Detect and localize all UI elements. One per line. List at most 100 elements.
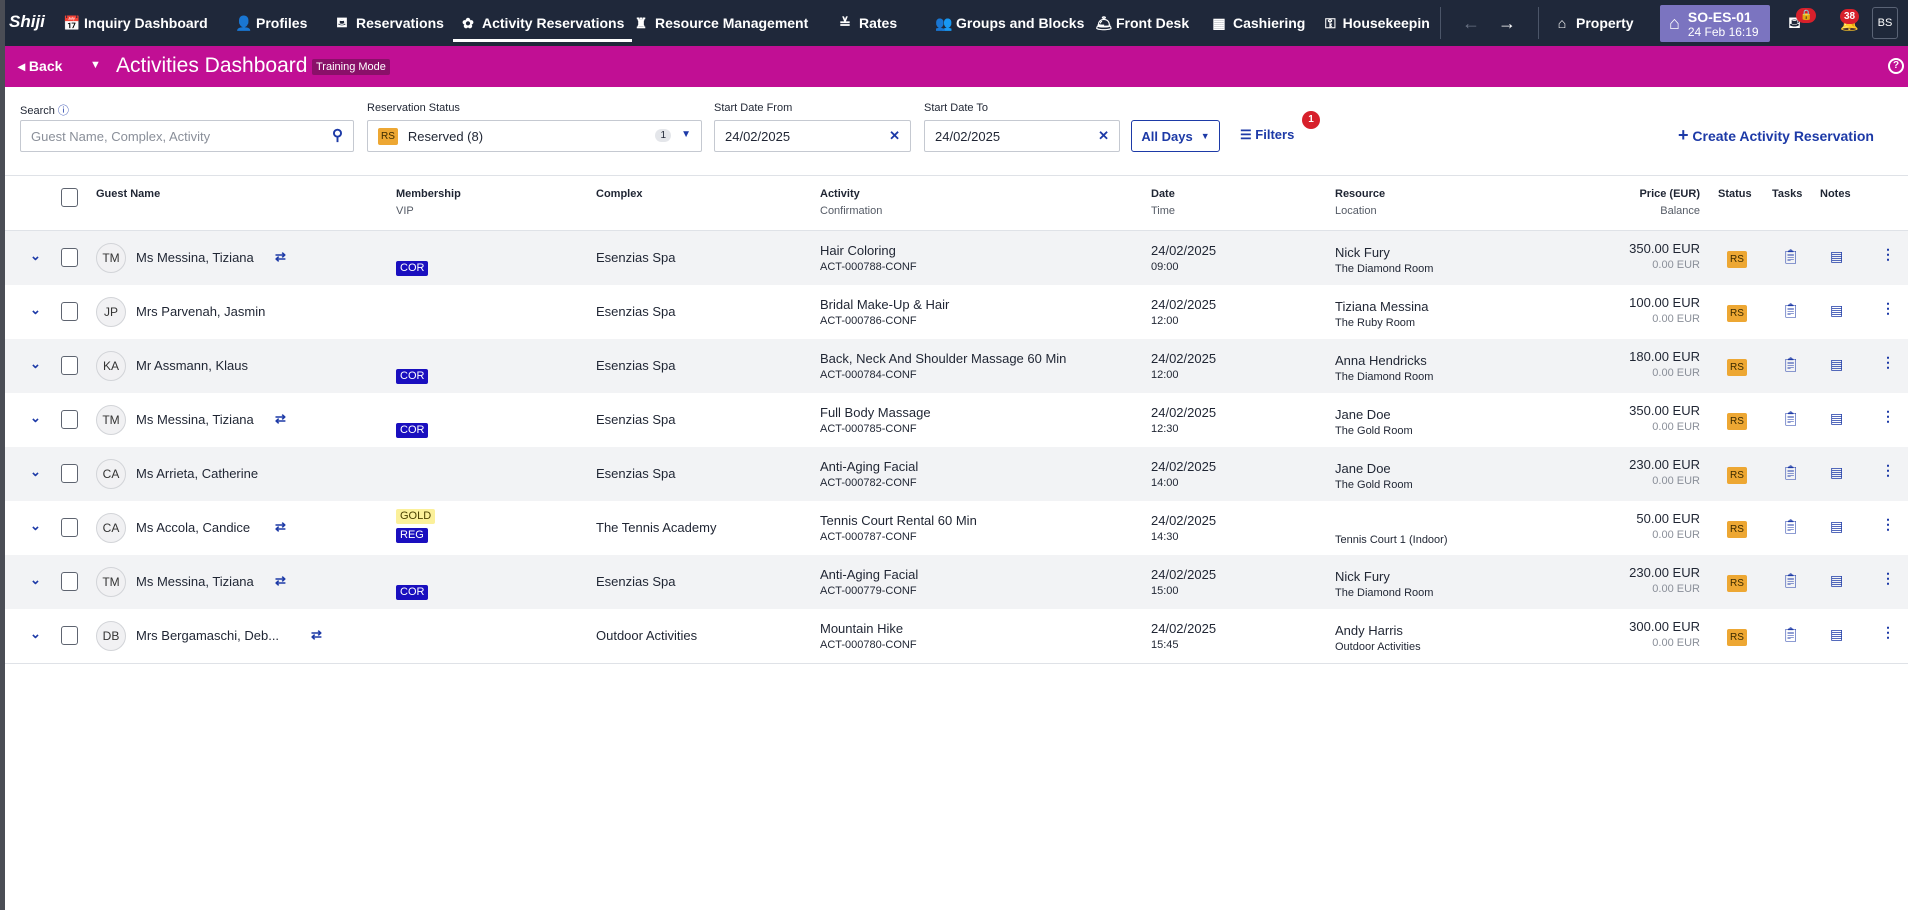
guest-name[interactable]: Mr Assmann, Klaus [136,358,248,373]
col-activity[interactable]: Activity Confirmation [820,188,882,217]
more-options-icon[interactable]: ⋮ [1881,300,1895,317]
expand-chevron-icon[interactable]: ⌄ [30,410,41,426]
more-options-icon[interactable]: ⋮ [1881,354,1895,371]
notes-icon[interactable]: ▤ [1830,248,1843,265]
chevron-down-icon[interactable]: ▼ [90,59,101,71]
nav-item-front-desk[interactable]: 🛎 Front Desk [1095,0,1189,46]
notes-icon[interactable]: ▤ [1830,518,1843,535]
row-checkbox[interactable] [61,464,78,483]
notes-icon[interactable]: ▤ [1830,410,1843,427]
guest-name[interactable]: Ms Messina, Tiziana [136,412,254,427]
guest-name[interactable]: Mrs Parvenah, Jasmin [136,304,265,319]
row-checkbox[interactable] [61,518,78,537]
row-checkbox[interactable] [61,410,78,429]
expand-chevron-icon[interactable]: ⌄ [30,572,41,588]
start-date-to-input[interactable]: 24/02/2025 ✕ [924,120,1120,152]
tasks-clipboard-icon[interactable]: 📋︎ [1782,626,1800,643]
nav-item-housekeeping[interactable]: ⚿ Housekeeping [1325,0,1430,46]
table-row[interactable]: ⌄ TM Ms Messina, Tiziana ⇄ COR Esenzias … [5,555,1908,609]
more-options-icon[interactable]: ⋮ [1881,408,1895,425]
nav-item-cashiering[interactable]: ▦ Cashiering [1212,0,1305,46]
search-input[interactable]: Guest Name, Complex, Activity ⚲ [20,120,354,152]
reservation-status-select[interactable]: RS Reserved (8) 1 ▼ [367,120,702,152]
expand-chevron-icon[interactable]: ⌄ [30,248,41,264]
nav-item-inquiry-dashboard[interactable]: 📅 Inquiry Dashboard [63,0,208,46]
property-button[interactable]: ⌂ Property [1555,0,1634,46]
clear-icon[interactable]: ✕ [1098,128,1109,144]
more-options-icon[interactable]: ⋮ [1881,462,1895,479]
activity[interactable]: Mountain Hike ACT-000780-CONF [820,621,917,651]
tasks-clipboard-icon[interactable]: 📋︎ [1782,248,1800,265]
row-checkbox[interactable] [61,356,78,375]
expand-chevron-icon[interactable]: ⌄ [30,464,41,480]
table-row[interactable]: ⌄ TM Ms Messina, Tiziana ⇄ COR Esenzias … [5,393,1908,447]
more-options-icon[interactable]: ⋮ [1881,516,1895,533]
activity[interactable]: Anti-Aging Facial ACT-000782-CONF [820,459,918,489]
more-options-icon[interactable]: ⋮ [1881,246,1895,263]
table-row[interactable]: ⌄ CA Ms Accola, Candice ⇄ GOLD REG The Te… [5,501,1908,555]
col-membership[interactable]: Membership VIP [396,188,461,217]
linked-reservation-icon[interactable]: ⇄ [275,573,286,589]
user-avatar[interactable]: BS [1872,7,1898,39]
notes-icon[interactable]: ▤ [1830,464,1843,481]
nav-item-resource-management[interactable]: ♜ Resource Management [634,0,809,46]
tasks-clipboard-icon[interactable]: 📋︎ [1782,518,1800,535]
table-row[interactable]: ⌄ JP Mrs Parvenah, Jasmin Esenzias Spa B… [5,285,1908,339]
row-checkbox[interactable] [61,626,78,645]
activity[interactable]: Anti-Aging Facial ACT-000779-CONF [820,567,918,597]
tasks-clipboard-icon[interactable]: 📋︎ [1782,464,1800,481]
more-options-icon[interactable]: ⋮ [1881,570,1895,587]
activity[interactable]: Hair Coloring ACT-000788-CONF [820,243,917,273]
clear-icon[interactable]: ✕ [889,128,900,144]
search-icon[interactable]: ⚲ [332,126,343,144]
create-activity-reservation-button[interactable]: + Create Activity Reservation [1678,125,1874,146]
col-complex[interactable]: Complex [596,188,642,200]
more-options-icon[interactable]: ⋮ [1881,624,1895,641]
table-row[interactable]: ⌄ TM Ms Messina, Tiziana ⇄ COR Esenzias … [5,231,1908,285]
row-checkbox[interactable] [61,302,78,321]
nav-item-profiles[interactable]: 👤 Profiles [235,0,307,46]
tasks-clipboard-icon[interactable]: 📋︎ [1782,356,1800,373]
tasks-clipboard-icon[interactable]: 📋︎ [1782,302,1800,319]
linked-reservation-icon[interactable]: ⇄ [275,249,286,265]
guest-name[interactable]: Ms Arrieta, Catherine [136,466,258,481]
table-row[interactable]: ⌄ DB Mrs Bergamaschi, Deb... ⇄ Outdoor A… [5,609,1908,663]
forward-arrow-icon[interactable]: → [1498,0,1516,46]
back-arrow-icon[interactable]: ← [1462,0,1480,46]
tasks-clipboard-icon[interactable]: 📋︎ [1782,572,1800,589]
property-selector[interactable]: ⌂ SO-ES-01 24 Feb 16:19 [1660,5,1770,42]
help-icon[interactable]: ? [1888,58,1904,74]
days-select[interactable]: All Days ▼ [1131,120,1220,152]
guest-name[interactable]: Mrs Bergamaschi, Deb... [136,628,279,643]
guest-name[interactable]: Ms Messina, Tiziana [136,574,254,589]
expand-chevron-icon[interactable]: ⌄ [30,626,41,642]
col-date[interactable]: Date Time [1151,188,1175,217]
nav-item-rates[interactable]: ≚ Rates [838,0,897,46]
guest-name[interactable]: Ms Accola, Candice [136,520,250,535]
table-row[interactable]: ⌄ KA Mr Assmann, Klaus COR Esenzias Spa … [5,339,1908,393]
col-resource[interactable]: Resource Location [1335,188,1385,217]
activity[interactable]: Full Body Massage ACT-000785-CONF [820,405,931,435]
notes-icon[interactable]: ▤ [1830,626,1843,643]
select-all-checkbox[interactable] [61,188,78,207]
nav-item-activity-reservations[interactable]: ✿ Activity Reservations [452,0,633,46]
tasks-clipboard-icon[interactable]: 📋︎ [1782,410,1800,427]
linked-reservation-icon[interactable]: ⇄ [275,411,286,427]
nav-item-groups-and-blocks[interactable]: 👥 Groups and Blocks [935,0,1084,46]
row-checkbox[interactable] [61,248,78,267]
expand-chevron-icon[interactable]: ⌄ [30,356,41,372]
back-button[interactable]: ◂ Back [18,58,62,75]
expand-chevron-icon[interactable]: ⌄ [30,302,41,318]
start-date-from-input[interactable]: 24/02/2025 ✕ [714,120,911,152]
row-checkbox[interactable] [61,572,78,591]
col-guest[interactable]: Guest Name [96,188,160,200]
nav-item-reservations[interactable]: ⛾ Reservations [335,0,444,46]
expand-chevron-icon[interactable]: ⌄ [30,518,41,534]
filters-button[interactable]: ☰ Filters [1240,127,1294,143]
linked-reservation-icon[interactable]: ⇄ [311,627,322,643]
linked-reservation-icon[interactable]: ⇄ [275,519,286,535]
guest-name[interactable]: Ms Messina, Tiziana [136,250,254,265]
col-price[interactable]: Price (EUR) Balance [1600,188,1700,217]
activity[interactable]: Bridal Make-Up & Hair ACT-000786-CONF [820,297,949,327]
notes-icon[interactable]: ▤ [1830,302,1843,319]
